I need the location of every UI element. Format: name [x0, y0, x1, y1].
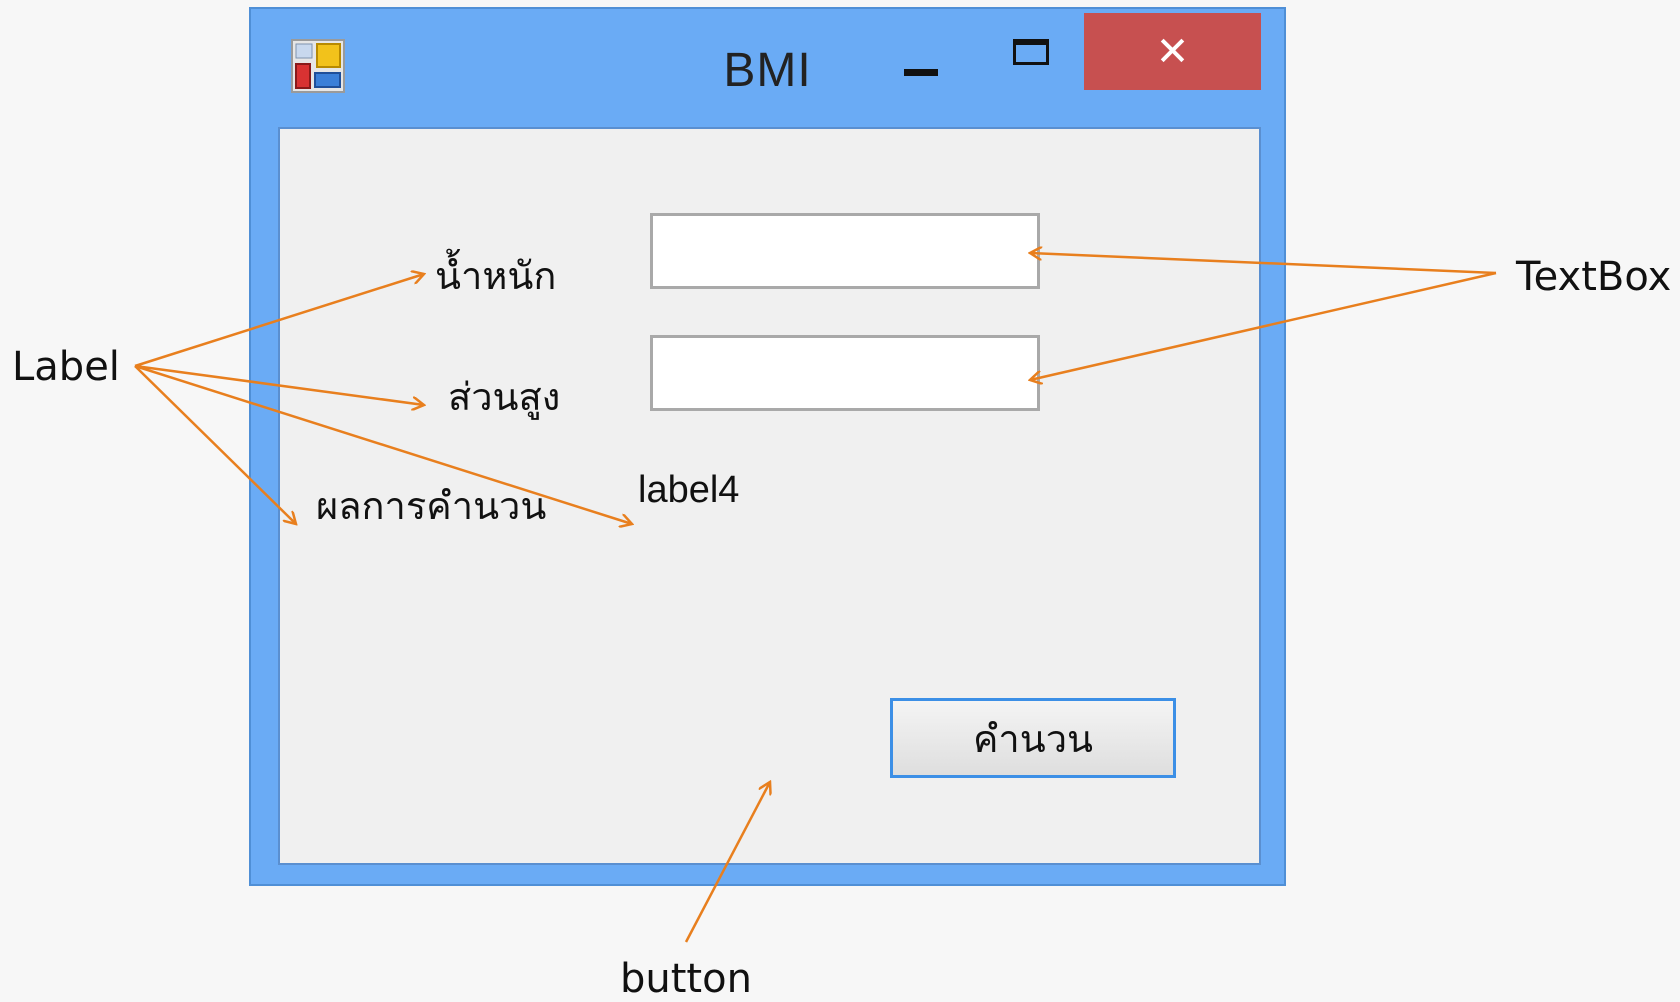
arrow-label-to-result [134, 365, 296, 524]
annotation-arrows [134, 0, 1497, 943]
arrow-label-to-label4 [134, 364, 632, 524]
arrow-textbox-to-height-input [1030, 271, 1497, 380]
arrow-label-to-height [134, 364, 424, 405]
arrow-label-to-weight [134, 274, 424, 368]
arrow-button-to-calculate [684, 782, 770, 943]
arrow-textbox-to-weight-input [1030, 253, 1497, 275]
